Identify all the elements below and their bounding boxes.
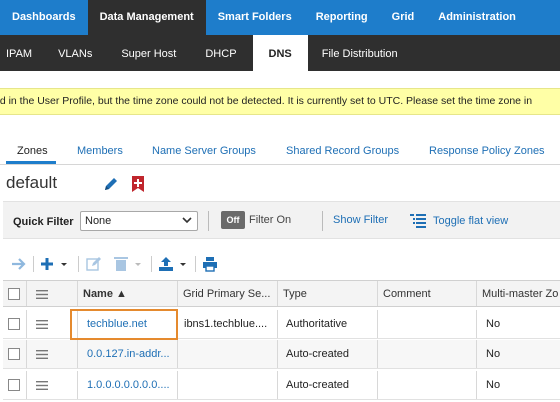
- tab-name-server-groups[interactable]: Name Server Groups: [152, 145, 256, 157]
- multi-master-cell: No: [486, 348, 501, 360]
- subnav-tab-vlans[interactable]: VLANs: [58, 35, 121, 71]
- quick-filter-value: None: [85, 215, 112, 227]
- select-all-checkbox[interactable]: [8, 288, 20, 300]
- selection-highlight: [70, 309, 178, 340]
- hamburger-icon[interactable]: [36, 290, 48, 299]
- subnav-tab-file-distribution[interactable]: File Distribution: [308, 35, 412, 71]
- zone-name-link[interactable]: 1.0.0.0.0.0.0.0....: [78, 371, 178, 399]
- arrow-right-icon[interactable]: [10, 256, 28, 272]
- nav-tab-administration[interactable]: Administration: [426, 0, 528, 35]
- toolbar-divider: [195, 256, 196, 272]
- list-tree-icon[interactable]: [410, 214, 426, 228]
- divider: [322, 211, 323, 231]
- nav-tab-dashboards[interactable]: Dashboards: [0, 0, 88, 35]
- row-menu-cell: [27, 340, 78, 368]
- row-select-cell: [3, 310, 27, 338]
- comment-cell: [378, 371, 477, 399]
- column-header-comment[interactable]: Comment: [378, 281, 477, 306]
- top-nav: Dashboards Data Management Smart Folders…: [0, 0, 560, 35]
- type-cell: Authoritative: [278, 310, 378, 338]
- grid-primary-cell: [178, 371, 278, 399]
- subnav-tab-dns[interactable]: DNS: [252, 35, 308, 71]
- row-select-cell: [3, 371, 27, 399]
- subnav-tab-dhcp[interactable]: DHCP: [205, 35, 252, 71]
- type-cell: Auto-created: [278, 371, 378, 399]
- bookmark-plus-icon[interactable]: [131, 176, 145, 192]
- subnav-tab-super-host[interactable]: Super Host: [121, 35, 205, 71]
- timezone-warning-banner: ed in the User Profile, but the time zon…: [0, 88, 560, 115]
- multi-master-cell: No: [486, 379, 501, 391]
- grid-primary-cell: [178, 340, 278, 368]
- header-menu-cell: [27, 281, 78, 306]
- banner-text: ed in the User Profile, but the time zon…: [0, 95, 533, 107]
- multi-master-cell: No: [486, 318, 501, 330]
- nav-tab-data-management[interactable]: Data Management: [87, 0, 206, 35]
- nav-tab-reporting[interactable]: Reporting: [304, 0, 380, 35]
- hamburger-icon[interactable]: [36, 320, 48, 329]
- type-cell: Auto-created: [278, 340, 378, 368]
- nav-tab-smart-folders[interactable]: Smart Folders: [206, 0, 304, 35]
- zone-name-link[interactable]: 0.0.127.in-addr...: [78, 340, 178, 368]
- toolbar-divider: [78, 256, 79, 272]
- column-header-type[interactable]: Type: [278, 281, 378, 306]
- comment-cell: [378, 340, 477, 368]
- column-header-grid-primary[interactable]: Grid Primary Se...: [178, 281, 278, 306]
- column-header-multi-master[interactable]: Multi-master Zo: [477, 281, 560, 306]
- filter-toggle[interactable]: Off: [221, 211, 245, 229]
- pencil-icon[interactable]: [103, 176, 119, 192]
- table-row[interactable]: 1.0.0.0.0.0.0.0.... Auto-created No: [3, 371, 560, 400]
- header-select-cell: [3, 281, 27, 306]
- column-header-name[interactable]: Name ▲: [78, 281, 178, 306]
- row-checkbox[interactable]: [8, 318, 20, 330]
- view-title: default: [6, 173, 58, 192]
- tab-response-policy-zones[interactable]: Response Policy Zones: [429, 145, 545, 157]
- table-header: Name ▲ Grid Primary Se... Type Comment M…: [3, 280, 560, 307]
- divider: [208, 211, 209, 231]
- printer-icon[interactable]: [202, 256, 218, 272]
- sub-nav: IPAM VLANs Super Host DHCP DNS File Dist…: [0, 35, 560, 71]
- tab-shared-record-groups[interactable]: Shared Record Groups: [286, 145, 399, 157]
- subnav-tab-ipam[interactable]: IPAM: [0, 35, 58, 71]
- tab-members[interactable]: Members: [77, 145, 123, 157]
- zone-tabs: Zones Members Name Server Groups Shared …: [0, 141, 560, 165]
- show-filter-link[interactable]: Show Filter: [333, 214, 388, 226]
- edit-icon[interactable]: [86, 256, 102, 272]
- nav-tab-grid[interactable]: Grid: [380, 0, 427, 35]
- row-select-cell: [3, 340, 27, 368]
- hamburger-icon[interactable]: [36, 350, 48, 359]
- toolbar-divider: [151, 256, 152, 272]
- row-menu-cell: [27, 371, 78, 399]
- toolbar-divider: [33, 256, 34, 272]
- chevron-down-icon: [182, 217, 192, 224]
- hamburger-icon[interactable]: [36, 381, 48, 390]
- filter-bar: Quick Filter None Off Filter On Show Fil…: [3, 201, 560, 239]
- active-tab-underline: [6, 161, 56, 164]
- row-checkbox[interactable]: [8, 379, 20, 391]
- tab-zones[interactable]: Zones: [17, 145, 48, 157]
- quick-filter-select[interactable]: None: [80, 211, 198, 231]
- table-row[interactable]: 0.0.127.in-addr... Auto-created No: [3, 340, 560, 369]
- row-checkbox[interactable]: [8, 348, 20, 360]
- trash-icon[interactable]: [114, 256, 144, 272]
- comment-cell: [378, 310, 477, 338]
- export-icon[interactable]: [158, 256, 190, 272]
- toggle-flat-view-link[interactable]: Toggle flat view: [433, 215, 508, 227]
- plus-icon[interactable]: [40, 256, 70, 272]
- grid-primary-cell: ibns1.techblue....: [178, 310, 278, 338]
- filter-on-label: Filter On: [249, 214, 292, 226]
- quick-filter-label: Quick Filter: [13, 216, 74, 228]
